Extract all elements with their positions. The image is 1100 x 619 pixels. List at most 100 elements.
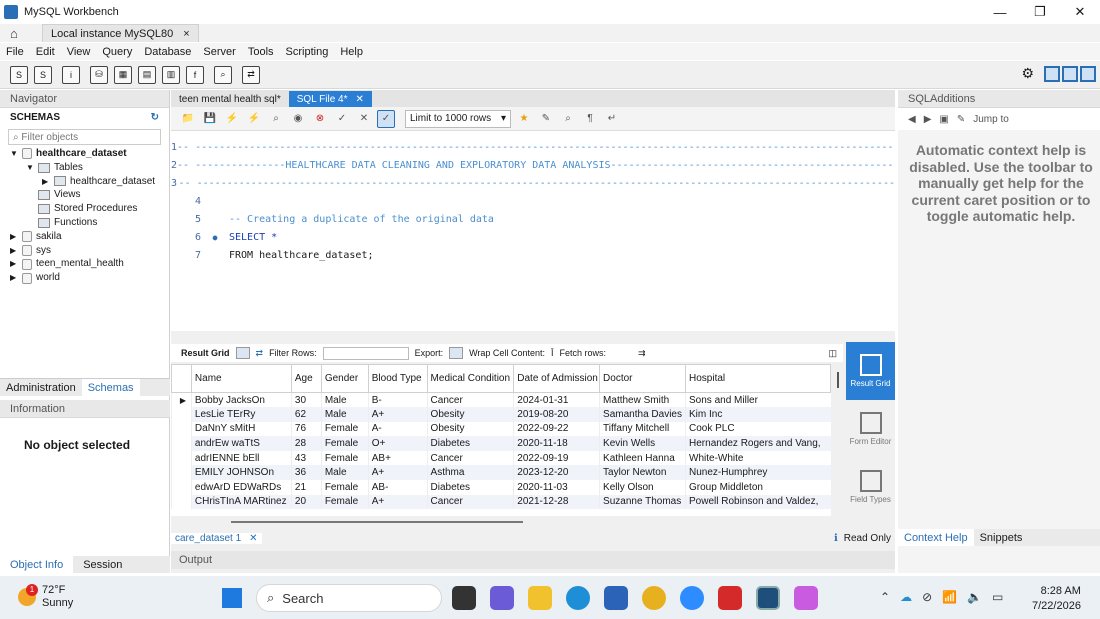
autocommit-icon[interactable]: ✓ (377, 109, 395, 128)
table-cell[interactable]: 76 (290, 421, 322, 437)
table-row[interactable]: edwArD EDWaRDs 21 Female AB- Diabetes 2020-11… (171, 480, 831, 495)
auto-help-icon[interactable]: ✎ (957, 114, 965, 125)
tree-item[interactable]: Functions (10, 216, 169, 230)
column-header[interactable]: Hospital (685, 364, 831, 393)
inspector-icon[interactable]: i (62, 65, 80, 84)
menu-help[interactable]: Help (334, 46, 369, 58)
code-line[interactable]: 5 -- Creating a duplicate of the original… (171, 211, 895, 227)
column-header[interactable]: Medical Condition (426, 364, 515, 393)
zoom-icon[interactable] (680, 586, 704, 610)
tree-item[interactable]: ▶ sakila (10, 230, 169, 244)
table-cell[interactable]: Cancer (426, 450, 514, 466)
manual-help-icon[interactable]: ▣ (939, 114, 948, 125)
row-selector[interactable] (171, 421, 192, 437)
settings-icon[interactable]: ⚙ (1021, 65, 1034, 82)
tree-item[interactable]: ▼ healthcare_dataset (10, 147, 169, 161)
table-row[interactable]: LesLie TErRy 62 Male A+ Obesity 2019-08-20 Sam… (171, 407, 831, 422)
chevron-up-icon[interactable]: ⌃ (880, 590, 890, 604)
toggle-output-icon[interactable] (1062, 65, 1078, 82)
table-cell[interactable]: 2022-09-22 (513, 421, 600, 437)
table-cell[interactable]: CHrisTInA MARtinez (190, 494, 292, 510)
wps-office-icon[interactable] (718, 586, 742, 610)
table-cell[interactable]: 30 (290, 392, 322, 408)
table-cell[interactable]: Nunez-Humphrey (685, 465, 831, 481)
table-cell[interactable]: 2020-11-03 (513, 480, 600, 495)
store-icon[interactable] (604, 586, 628, 610)
table-cell[interactable]: DaNnY sMitH (190, 421, 292, 437)
expand-down-icon[interactable]: ▼ (26, 161, 34, 175)
toggle-sidebar-icon[interactable] (1044, 65, 1060, 82)
tree-item[interactable]: ▶ teen_mental_health (10, 257, 169, 271)
table-cell[interactable]: 2019-08-20 (513, 407, 600, 422)
field-types-button[interactable]: Field Types (846, 458, 895, 516)
tab-teen-mental-health[interactable]: teen mental health sql* (171, 91, 289, 107)
expand-right-icon[interactable]: ▶ (10, 257, 18, 271)
home-icon[interactable]: ⌂ (10, 26, 30, 41)
invisible-chars-icon[interactable]: ¶ (581, 110, 599, 128)
tab-schemas[interactable]: Schemas (81, 379, 140, 396)
maximize-button[interactable]: ❐ (1020, 0, 1060, 24)
table-cell[interactable]: Kim Inc (685, 407, 831, 422)
tree-item[interactable]: ▼ Tables (10, 161, 169, 175)
table-cell[interactable]: 28 (290, 436, 322, 451)
explain-icon[interactable]: ⌕ (267, 110, 285, 128)
table-cell[interactable]: AB- (367, 480, 428, 495)
column-header[interactable]: Gender (320, 364, 369, 393)
save-icon[interactable]: 💾 (201, 110, 219, 128)
table-cell[interactable]: Kathleen Hanna (599, 450, 686, 466)
forward-icon[interactable]: ▶ (924, 114, 932, 125)
tab-session[interactable]: Session (73, 556, 132, 573)
expand-right-icon[interactable]: ▶ (10, 271, 18, 285)
beautify-icon[interactable]: ★ (515, 110, 533, 128)
table-cell[interactable]: 2021-12-28 (513, 494, 600, 510)
create-procedure-icon[interactable]: ▥ (162, 65, 180, 84)
create-function-icon[interactable]: f (186, 65, 204, 84)
row-selector[interactable] (171, 407, 192, 422)
windows-start-icon[interactable] (222, 588, 242, 608)
table-row[interactable]: ▶ Bobby JacksOn 30 Male B- Cancer 2024-01-31 Ma… (171, 392, 831, 408)
expand-down-icon[interactable]: ▼ (10, 147, 18, 161)
result-tab[interactable]: care_dataset 1 ✕ (171, 532, 262, 544)
table-cell[interactable]: 21 (290, 480, 322, 495)
wifi-icon[interactable]: 📶 (942, 590, 957, 604)
tree-item[interactable]: Views (10, 188, 169, 202)
sql-editor[interactable]: 1 -- ------------------------------------… (171, 131, 895, 372)
table-cell[interactable]: Male (320, 407, 369, 422)
row-selector[interactable] (171, 494, 192, 510)
tab-administration[interactable]: Administration (0, 379, 82, 396)
table-cell[interactable]: 2024-01-31 (513, 392, 600, 408)
weather-widget[interactable]: 1 72°F Sunny (18, 584, 73, 610)
table-cell[interactable]: Hernandez Rogers and Vang, (685, 436, 831, 451)
task-view-icon[interactable] (452, 586, 476, 610)
row-selector[interactable] (171, 465, 192, 481)
grid-icon[interactable] (235, 347, 250, 359)
rollback-icon[interactable]: ✕ (355, 110, 373, 128)
table-row[interactable]: DaNnY sMitH 76 Female A- Obesity 2022-09-22 Ti… (171, 421, 831, 437)
table-cell[interactable]: White-White (685, 450, 831, 466)
table-cell[interactable]: A+ (367, 407, 428, 422)
table-cell[interactable]: Bobby JacksOn (190, 392, 292, 408)
battery-icon[interactable]: ▭ (992, 590, 1003, 604)
code-line[interactable]: 4 (171, 193, 895, 209)
table-cell[interactable]: 2022-09-19 (513, 450, 600, 466)
table-cell[interactable]: 36 (290, 465, 322, 481)
code-line[interactable]: 6 ● SELECT * (171, 229, 895, 245)
table-cell[interactable]: Cook PLC (685, 421, 831, 437)
app-icon[interactable] (794, 586, 818, 610)
tab-sql-file-4[interactable]: SQL File 4* ✕ (288, 91, 372, 107)
close-tab-icon[interactable]: ✕ (356, 94, 364, 105)
table-row[interactable]: andrEw waTtS 28 Female O+ Diabetes 2020-11-18… (171, 436, 831, 451)
menu-tools[interactable]: Tools (242, 46, 280, 58)
table-cell[interactable]: Kelly Olson (599, 480, 686, 495)
row-selector[interactable] (171, 450, 192, 466)
menu-edit[interactable]: Edit (30, 46, 61, 58)
table-cell[interactable]: edwArD EDWaRDs (190, 480, 292, 495)
filter-rows-input[interactable] (322, 346, 409, 360)
volume-icon[interactable]: 🔈 (967, 590, 982, 604)
toggle-panel-icon[interactable]: ◫ (828, 348, 837, 359)
table-cell[interactable]: Diabetes (426, 436, 514, 451)
row-selector[interactable] (171, 436, 192, 451)
table-cell[interactable]: B- (367, 392, 428, 408)
toggle-secondary-sidebar-icon[interactable] (1080, 65, 1096, 82)
table-cell[interactable]: Asthma (426, 465, 514, 481)
